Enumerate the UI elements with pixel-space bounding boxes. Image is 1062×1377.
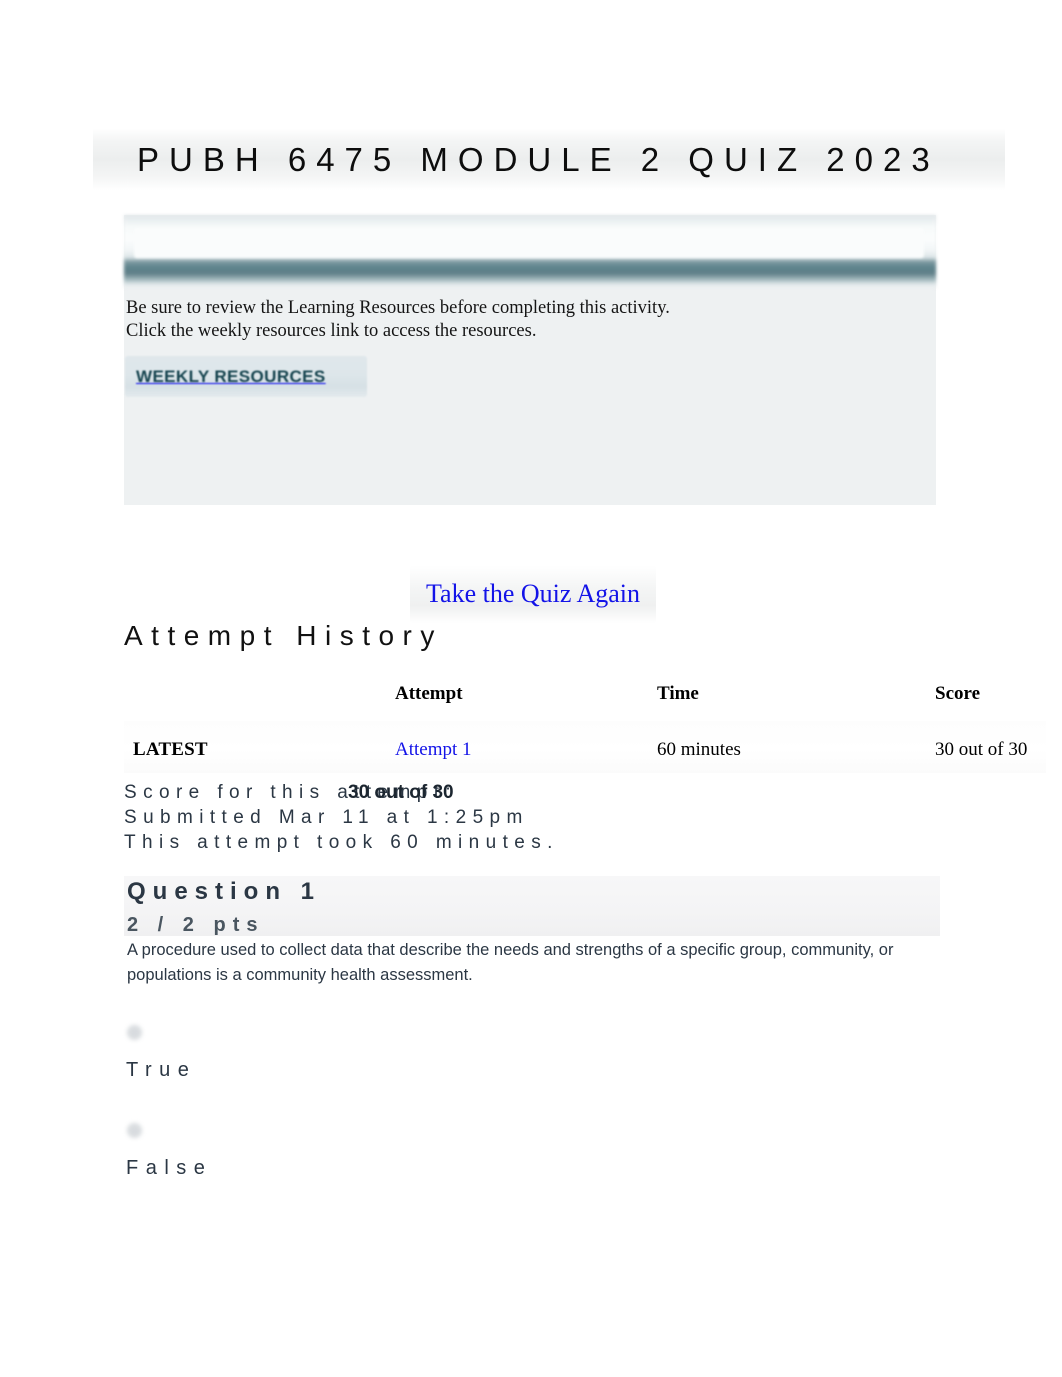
score-for-attempt-line: Score for this attempt: 30 out of 30: [124, 780, 954, 805]
answer-options: True False: [124, 1020, 524, 1216]
column-header-attempt: Attempt: [395, 683, 463, 704]
column-header-time: Time: [657, 683, 699, 704]
take-quiz-again-label: Take the Quiz Again: [425, 579, 641, 608]
answer-option-false[interactable]: False: [124, 1118, 524, 1216]
question-title: Question 1: [127, 878, 322, 905]
cell-score: 30 out of 30: [935, 739, 1028, 760]
attempt-1-link[interactable]: Attempt 1: [395, 739, 472, 760]
score-summary: Score for this attempt: 30 out of 30 Sub…: [124, 780, 954, 855]
page-title: PUBH 6475 MODULE 2 QUIZ 2023: [137, 140, 940, 178]
column-header-kept: [124, 683, 395, 721]
cell-attempt: Attempt 1: [395, 721, 657, 773]
attempt-history-heading: Attempt History: [124, 620, 443, 651]
table-header-row: Attempt Time Score: [124, 683, 1046, 721]
take-quiz-again-button[interactable]: Take the Quiz Again: [410, 565, 656, 623]
submitted-line: Submitted Mar 11 at 1:25pm: [124, 807, 529, 828]
banner-inner-strip: [134, 228, 924, 258]
resources-instruction-line-1: Be sure to review the Learning Resources…: [126, 298, 670, 318]
radio-button-icon[interactable]: [127, 1123, 142, 1138]
answer-option-true[interactable]: True: [124, 1020, 524, 1118]
column-header-score: Score: [935, 683, 981, 704]
cell-kept-badge: LATEST: [133, 739, 208, 760]
attempt-duration-line: This attempt took 60 minutes.: [124, 832, 559, 853]
resources-instruction-line-2: Click the weekly resources link to acces…: [126, 321, 537, 341]
page-title-banner: PUBH 6475 MODULE 2 QUIZ 2023: [93, 128, 1005, 190]
cell-time: 60 minutes: [657, 739, 741, 760]
question-points: 2 / 2 pts: [127, 914, 265, 936]
weekly-resources-button[interactable]: WEEKLY RESOURCES: [125, 356, 367, 397]
table-row: LATEST Attempt 1 60 minutes 30 out of 30: [124, 721, 1046, 773]
question-text: A procedure used to collect data that de…: [127, 941, 894, 984]
attempt-history-table: Attempt Time Score LATEST Attempt 1 60 m…: [124, 683, 1046, 773]
question-header: Question 1 2 / 2 pts: [124, 876, 940, 936]
weekly-resources-label: WEEKLY RESOURCES: [136, 366, 326, 386]
answer-label-false: False: [126, 1157, 213, 1179]
score-for-attempt-value: 30 out of 30: [348, 782, 454, 803]
learning-resources-panel: Be sure to review the Learning Resources…: [124, 215, 936, 505]
radio-button-icon[interactable]: [127, 1025, 142, 1040]
answer-label-true: True: [126, 1059, 197, 1081]
